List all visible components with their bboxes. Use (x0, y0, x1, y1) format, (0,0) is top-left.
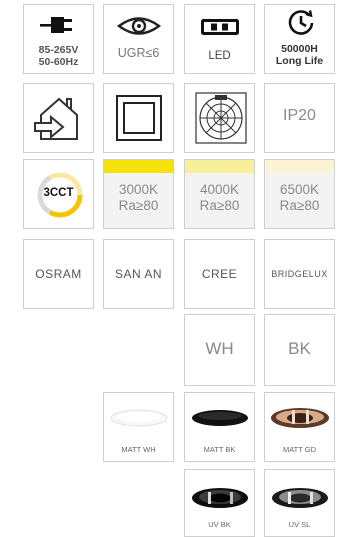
cct-kelvin: 6500K (279, 182, 320, 197)
cct-ra: Ra≥80 (279, 198, 320, 213)
cct-kelvin: 3000K (118, 182, 159, 197)
brand-label: BRIDGELUX (271, 269, 328, 279)
reflector-swatch (271, 486, 329, 510)
cct-color-bar (265, 160, 334, 173)
square-frame-icon (115, 94, 163, 142)
housing-color-label: WH (205, 339, 234, 358)
brand-label: OSRAM (35, 267, 82, 281)
cct-color-bar (104, 160, 173, 173)
clock-icon (287, 9, 315, 37)
housing-color-label: BK (288, 339, 311, 358)
cct-option-4000k: 4000K Ra≥80 (184, 159, 255, 229)
brand-bridgelux: BRIDGELUX (264, 239, 335, 309)
ugr-tile: UGR≤6 (103, 4, 174, 74)
reflector-uv-bk: UV BK (184, 469, 255, 537)
lifetime-caption: Long Life (275, 55, 324, 67)
housing-color-wh: WH (184, 314, 255, 386)
voltage-tile: 85-265V 50-60Hz (23, 4, 94, 74)
finish-matt-bk: MATT BK (184, 392, 255, 462)
finish-label: MATT BK (203, 445, 236, 454)
house-arrow-icon (33, 93, 85, 143)
led-tile: LED (184, 4, 255, 74)
plug-icon (38, 14, 80, 36)
led-chip-icon (201, 19, 239, 35)
reflector-swatch (191, 486, 249, 510)
finish-label: MATT WH (121, 445, 156, 454)
voltage-range: 85-265V (38, 44, 79, 56)
cct-color-bar (185, 160, 254, 173)
led-label: LED (208, 50, 231, 62)
cct-badge-label: 3CCT (43, 187, 74, 199)
brand-label: CREE (201, 267, 238, 281)
reflector-label: UV BK (208, 520, 231, 529)
housing-color-bk: BK (264, 314, 335, 386)
ip-tile: IP20 (264, 83, 335, 153)
cct-ra: Ra≥80 (199, 198, 240, 213)
finish-matt-gd: MATT GD (264, 392, 335, 462)
finish-matt-wh: MATT WH (103, 392, 174, 462)
frequency-range: 50-60Hz (38, 56, 79, 68)
brand-osram: OSRAM (23, 239, 94, 309)
cct-option-3000k: 3000K Ra≥80 (103, 159, 174, 229)
finish-label: MATT GD (282, 445, 317, 454)
finish-swatch (110, 409, 168, 427)
ip-rating: IP20 (283, 107, 316, 124)
cct-kelvin: 4000K (199, 182, 240, 197)
cct-ra: Ra≥80 (118, 198, 159, 213)
square-tile (103, 83, 174, 153)
indoor-tile (23, 83, 94, 153)
lifetime-hours: 50000H (281, 43, 318, 55)
cct-option-6500k: 6500K Ra≥80 (264, 159, 335, 229)
lifetime-tile: 50000H Long Life (264, 4, 335, 74)
reflector-uv-sl: UV SL (264, 469, 335, 537)
reflector-label: UV SL (288, 520, 311, 529)
finish-swatch (270, 407, 330, 429)
eye-icon (117, 15, 161, 37)
angle-tile (184, 83, 255, 153)
cct-badge-tile: 3CCT (23, 159, 94, 229)
light-globe-icon (195, 92, 247, 144)
brand-sanan: SAN AN (103, 239, 174, 309)
finish-swatch (191, 409, 249, 427)
brand-label: SAN AN (114, 267, 162, 281)
ugr-label: UGR≤6 (117, 46, 160, 60)
brand-cree: CREE (184, 239, 255, 309)
